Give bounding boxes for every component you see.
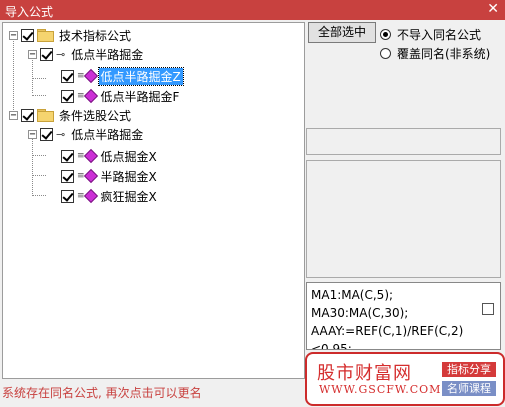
subgroup-checkbox[interactable]	[40, 47, 53, 61]
tree-subgroup[interactable]: − ⊸ 低点半路掘金	[28, 124, 145, 144]
radio-label: 覆盖同名(非系统)	[397, 47, 491, 61]
code-line: MA1:MA(C,5);	[311, 288, 394, 302]
tree-item[interactable]: ≡ 低点半路掘金F	[61, 86, 181, 106]
tree-item-label: 疯狂掘金X	[100, 189, 157, 204]
item-checkbox[interactable]	[61, 189, 74, 203]
radio-overwrite[interactable]: 覆盖同名(非系统)	[380, 45, 490, 62]
formula-diamond-icon: ≡	[77, 168, 98, 184]
tree-item-label: 低点半路掘金F	[100, 89, 180, 104]
watermark-name: 股市财富网	[317, 363, 412, 384]
group-checkbox[interactable]	[21, 108, 34, 122]
window-title: 导入公式	[5, 5, 54, 19]
radio-button-selected[interactable]	[380, 29, 391, 40]
watermark-url: WWW.GSCFW.COM	[319, 383, 442, 396]
code-line: <0.95;	[311, 342, 352, 350]
subgroup-checkbox[interactable]	[40, 127, 53, 141]
tree-subgroup-label: 低点半路掘金	[71, 47, 144, 62]
item-checkbox[interactable]	[61, 169, 74, 183]
status-message: 系统存在同名公式, 再次点击可以更名	[2, 386, 202, 400]
info-panel-top	[306, 128, 501, 155]
item-checkbox[interactable]	[61, 149, 74, 163]
key-icon: ⊸	[56, 127, 66, 141]
tree-group-tech-indicators[interactable]: − 技术指标公式	[9, 25, 133, 45]
item-checkbox[interactable]	[61, 89, 74, 103]
formula-diamond-icon: ≡	[77, 68, 98, 84]
tree-group-stock-screening[interactable]: − 条件选股公式	[9, 105, 133, 125]
folder-icon	[37, 29, 54, 42]
tree-item-label: 低点掘金X	[100, 149, 157, 164]
radio-button[interactable]	[380, 48, 391, 59]
tree-group-label: 技术指标公式	[59, 28, 132, 43]
tree-item[interactable]: ≡ 低点半路掘金Z	[61, 66, 184, 86]
title-bar: 导入公式 ✕	[0, 0, 505, 20]
radio-no-import[interactable]: 不导入同名公式	[380, 26, 481, 43]
tree-subgroup-label: 低点半路掘金	[71, 127, 144, 142]
group-checkbox[interactable]	[21, 28, 34, 42]
formula-code-preview[interactable]: MA1:MA(C,5); MA30:MA(C,30); AAAY:=REF(C,…	[306, 282, 501, 350]
preview-checkbox[interactable]	[482, 303, 494, 315]
tree-item[interactable]: ≡ 疯狂掘金X	[61, 186, 159, 206]
collapse-icon[interactable]: −	[9, 30, 18, 40]
tree-item-label: 半路掘金X	[100, 169, 157, 184]
radio-label: 不导入同名公式	[397, 28, 482, 42]
tree-item[interactable]: ≡ 半路掘金X	[61, 166, 159, 186]
code-line: AAAY:=REF(C,1)/REF(C,2)	[311, 324, 464, 338]
collapse-icon[interactable]: −	[28, 129, 37, 139]
key-icon: ⊸	[56, 47, 66, 61]
formula-diamond-icon: ≡	[77, 88, 98, 104]
tree-subgroup[interactable]: − ⊸ 低点半路掘金	[28, 44, 145, 64]
tree-group-label: 条件选股公式	[59, 108, 132, 123]
close-icon[interactable]: ✕	[487, 1, 499, 17]
info-panel-middle	[306, 160, 501, 278]
collapse-icon[interactable]: −	[9, 110, 18, 120]
folder-icon	[37, 109, 54, 122]
formula-diamond-icon: ≡	[77, 188, 98, 204]
watermark-tag-course: 名师课程	[442, 381, 496, 396]
formula-tree[interactable]: − 技术指标公式 − ⊸ 低点半路掘金 ≡ 低点半路掘金Z ≡ 低点半路掘金F …	[2, 22, 305, 379]
tree-item-label-selected: 低点半路掘金Z	[97, 66, 184, 86]
item-checkbox[interactable]	[61, 69, 74, 83]
watermark-logo: 股市财富网 WWW.GSCFW.COM 指标分享 名师课程	[305, 352, 505, 406]
collapse-icon[interactable]: −	[28, 49, 37, 59]
tree-item[interactable]: ≡ 低点掘金X	[61, 146, 159, 166]
watermark-tag-share: 指标分享	[442, 362, 496, 377]
select-all-button[interactable]: 全部选中	[308, 22, 376, 43]
code-line: MA30:MA(C,30);	[311, 306, 409, 320]
formula-diamond-icon: ≡	[77, 148, 98, 164]
